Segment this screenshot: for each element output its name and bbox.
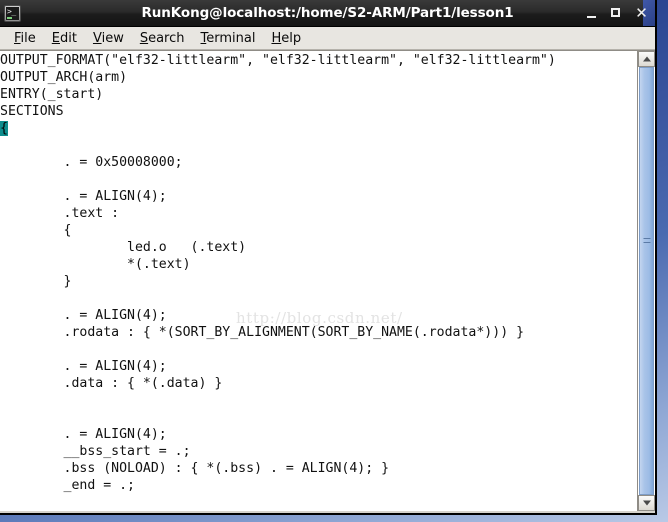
scroll-down-icon[interactable] <box>638 495 655 511</box>
minimize-button[interactable] <box>585 6 598 20</box>
vim-ruler: 28,1 <box>492 509 524 511</box>
menu-mnemonic-search: S <box>139 30 149 46</box>
menu-rest-file: ile <box>20 30 36 46</box>
window-bottom-edge <box>0 511 655 513</box>
editor-line: } <box>0 274 72 289</box>
terminal-window: >_ RunKong@localhost:/home/S2-ARM/Part1/… <box>0 0 657 515</box>
editor-line: *(.text) <box>0 257 191 272</box>
menu-item-file[interactable]: File <box>6 29 44 48</box>
editor-line: { <box>0 120 637 137</box>
close-button[interactable]: ✕ <box>635 6 648 21</box>
editor-line: OUTPUT_FORMAT("elf32-littlearm", "elf32-… <box>0 53 556 68</box>
editor-line: . = ALIGN(4); <box>0 189 167 204</box>
scroll-up-icon[interactable] <box>638 51 655 67</box>
vim-status-line: 28,1 Bot <box>0 492 637 511</box>
editor-line: . = 0x50008000; <box>0 155 183 170</box>
scrollbar-thumb[interactable] <box>639 67 654 495</box>
scrollbar-track[interactable] <box>638 67 655 495</box>
terminal-icon: >_ <box>4 4 21 22</box>
menu-rest-terminal: erminal <box>206 30 256 46</box>
editor-line: SECTIONS <box>0 104 64 119</box>
terminal-text-area[interactable]: OUTPUT_FORMAT("elf32-littlearm", "elf32-… <box>0 51 637 511</box>
scrollbar-grip <box>643 238 650 246</box>
menu-rest-view: iew <box>101 30 124 46</box>
menu-rest-search: earch <box>148 30 185 46</box>
menu-item-help[interactable]: Help <box>263 29 309 48</box>
menu-rest-edit: dit <box>60 30 77 46</box>
matching-brace-highlight: { <box>0 121 8 136</box>
menu-mnemonic-view: V <box>92 30 102 46</box>
editor-line: . = ALIGN(4); <box>0 308 167 323</box>
editor-line: .bss (NOLOAD) : { *(.bss) . = ALIGN(4); … <box>0 461 390 476</box>
editor-line: led.o (.text) <box>0 240 247 255</box>
editor-line: { <box>0 223 72 238</box>
editor-line: OUTPUT_ARCH(arm) <box>0 70 128 85</box>
editor-line: .data : { *(.data) } <box>0 376 223 391</box>
terminal-body: OUTPUT_FORMAT("elf32-littlearm", "elf32-… <box>0 50 655 511</box>
menu-mnemonic-help: H <box>271 30 282 46</box>
vertical-scrollbar[interactable] <box>637 51 655 511</box>
menu-item-edit[interactable]: Edit <box>44 29 85 48</box>
editor-line: .rodata : { *(SORT_BY_ALIGNMENT(SORT_BY_… <box>0 325 525 340</box>
editor-line: .text : <box>0 206 120 221</box>
editor-line: . = ALIGN(4); <box>0 359 167 374</box>
menu-item-terminal[interactable]: Terminal <box>193 29 264 48</box>
editor-line: __bss_start = .; <box>0 444 191 459</box>
menu-rest-help: elp <box>281 30 302 46</box>
window-titlebar[interactable]: >_ RunKong@localhost:/home/S2-ARM/Part1/… <box>0 0 655 27</box>
menu-mnemonic-edit: E <box>51 30 60 46</box>
window-controls: ✕ <box>585 6 648 21</box>
maximize-button[interactable] <box>610 6 623 20</box>
editor-line: . = ALIGN(4); <box>0 427 167 442</box>
menu-item-search[interactable]: Search <box>132 29 193 48</box>
editor-line: ENTRY(_start) <box>0 87 104 102</box>
menubar: File Edit View Search Terminal Help <box>0 27 655 50</box>
editor-buffer: OUTPUT_FORMAT("elf32-littlearm", "elf32-… <box>0 52 637 511</box>
menu-item-view[interactable]: View <box>85 29 132 48</box>
terminal-icon-glyph: >_ <box>7 6 16 16</box>
window-title: RunKong@localhost:/home/S2-ARM/Part1/les… <box>141 5 514 21</box>
